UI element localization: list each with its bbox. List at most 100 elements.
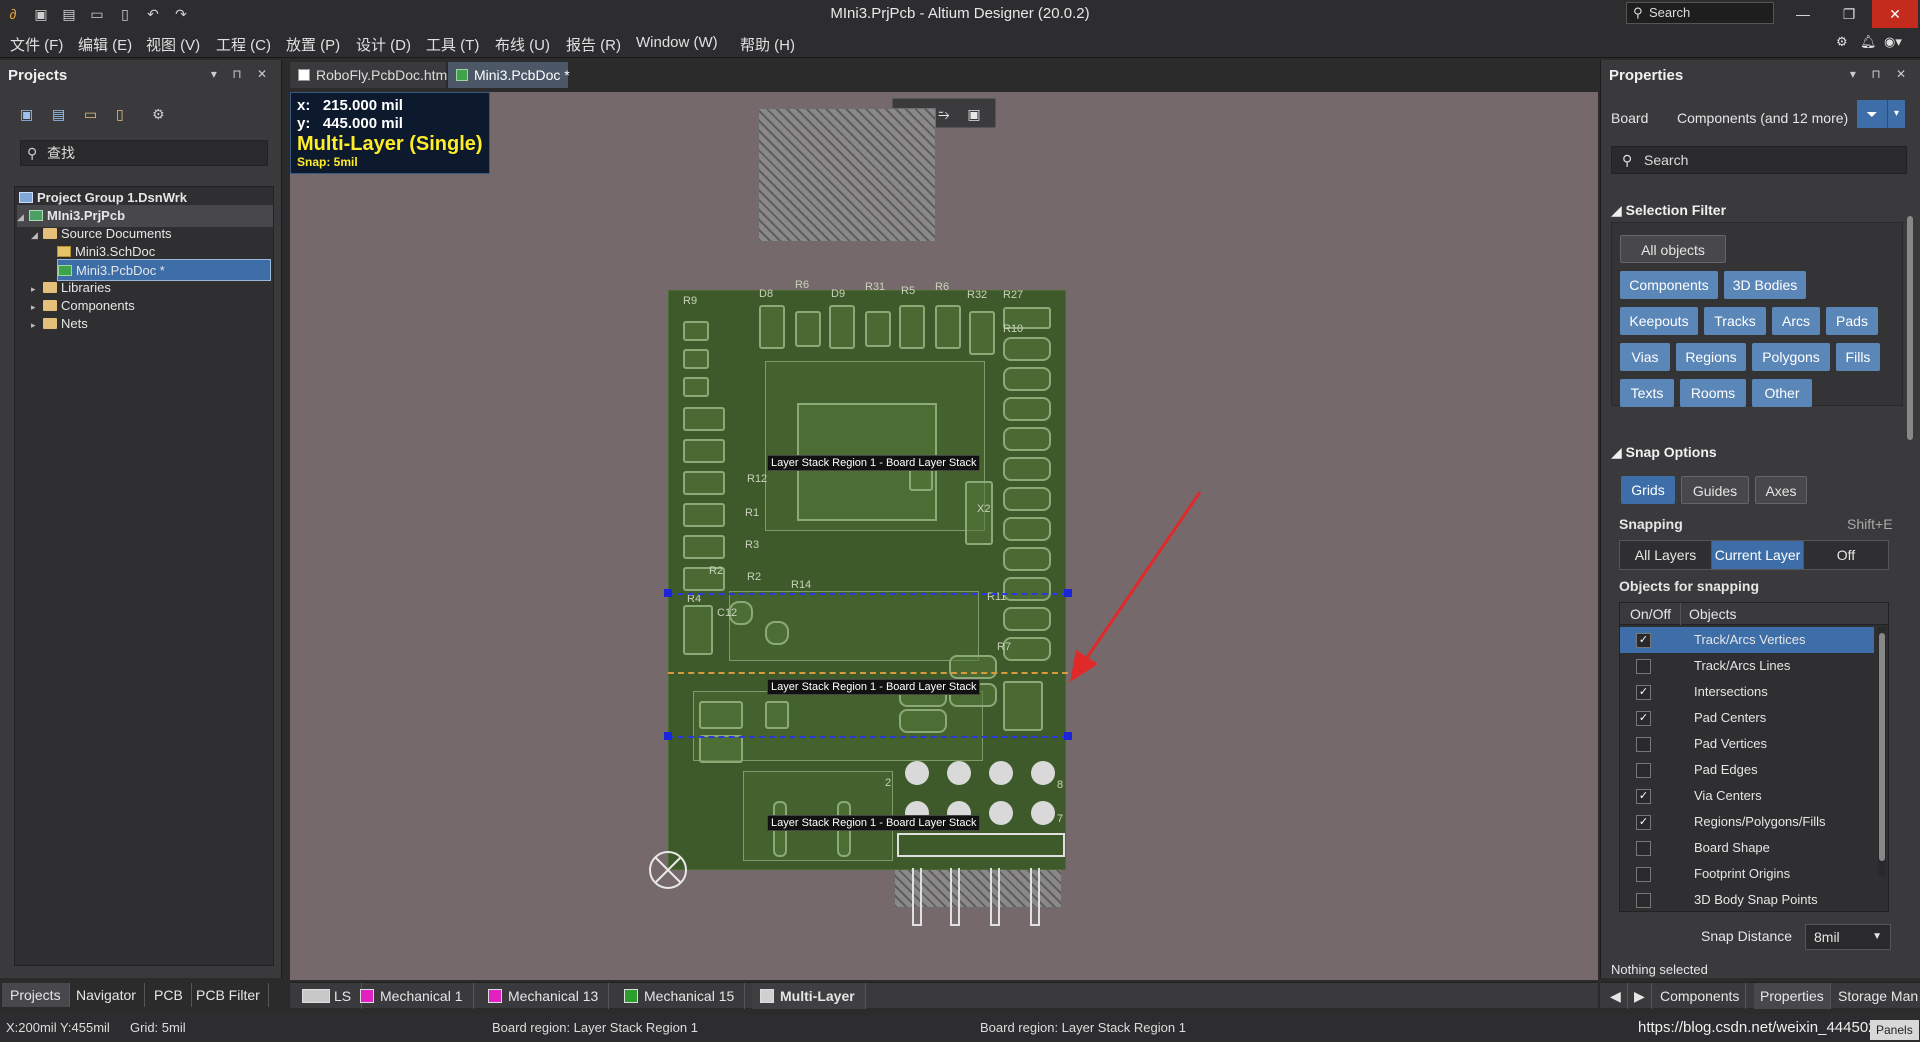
properties-scrollbar[interactable]	[1906, 200, 1914, 980]
restore-button[interactable]: ❐	[1826, 0, 1872, 28]
layer-tab-mechanical-1[interactable]: Mechanical 1	[352, 983, 474, 1009]
footprint[interactable]	[699, 701, 743, 729]
menu-help[interactable]: 帮助 (H)	[740, 34, 795, 55]
mounting-hole[interactable]	[1031, 761, 1055, 785]
panel-controls[interactable]: ▾ ⊓ ✕	[211, 67, 273, 81]
tab-mini3-pcbdoc[interactable]: Mini3.PcbDoc *	[448, 62, 570, 88]
split-handle[interactable]	[1064, 732, 1072, 740]
snap-checkbox[interactable]	[1636, 659, 1651, 674]
menu-view[interactable]: 视图 (V)	[146, 34, 200, 55]
menu-edit[interactable]: 编辑 (E)	[78, 34, 132, 55]
region-split-line-2[interactable]	[668, 736, 1068, 738]
snap-options-header[interactable]: ◢ Snap Options	[1611, 444, 1717, 461]
filter-all-objects[interactable]: All objects	[1620, 235, 1726, 263]
snap-checkbox[interactable]	[1636, 893, 1651, 908]
region-split-line-1[interactable]	[668, 593, 1068, 595]
footprint-d9[interactable]	[829, 305, 855, 349]
layer-tab-multi-layer[interactable]: Multi-Layer	[752, 983, 866, 1009]
snap-row-intersections[interactable]: ✓ Intersections	[1620, 679, 1874, 705]
snap-checkbox[interactable]: ✓	[1636, 633, 1651, 648]
snap-row-3d-body-snap-points[interactable]: 3D Body Snap Points	[1620, 887, 1874, 911]
split-handle[interactable]	[664, 589, 672, 597]
snap-checkbox[interactable]: ✓	[1636, 815, 1651, 830]
tab-navigator[interactable]: Navigator	[68, 983, 145, 1007]
projects-search-input[interactable]: ⚲ 查找	[20, 140, 268, 166]
col-on-off[interactable]: On/Off	[1630, 603, 1671, 625]
close-button[interactable]: ✕	[1872, 0, 1918, 28]
snap-off[interactable]: Off	[1804, 541, 1888, 569]
snap-row-pad-vertices[interactable]: Pad Vertices	[1620, 731, 1874, 757]
mounting-hole[interactable]	[947, 761, 971, 785]
snap-distance-select[interactable]: 8mil ▼	[1805, 924, 1891, 950]
footprint[interactable]	[683, 471, 725, 495]
snap-row-track-arcs-lines[interactable]: Track/Arcs Lines	[1620, 653, 1874, 679]
menu-file[interactable]: 文件 (F)	[10, 34, 63, 55]
footprint[interactable]	[765, 701, 789, 729]
footprint-r6[interactable]	[795, 311, 821, 347]
snap-checkbox[interactable]	[1636, 763, 1651, 778]
minimize-button[interactable]: —	[1780, 0, 1826, 28]
save-project-icon[interactable]: ▣	[20, 106, 38, 124]
split-handle[interactable]	[664, 732, 672, 740]
tab-projects[interactable]: Projects	[2, 983, 70, 1007]
footprint-r31[interactable]	[865, 311, 891, 347]
save-all-projects-icon[interactable]: ▤	[52, 106, 70, 124]
mounting-hole[interactable]	[905, 761, 929, 785]
footprint[interactable]	[1003, 337, 1051, 361]
pcb-board[interactable]: R9 D8 R6 D9 R31 R5 R6 R32 R27 R10 R12 R1…	[668, 279, 1066, 870]
components-filter-label[interactable]: Components (and 12 more)	[1677, 110, 1848, 126]
footprint[interactable]	[683, 377, 709, 397]
filter-other[interactable]: Other	[1752, 379, 1812, 407]
footprint[interactable]	[1003, 547, 1051, 571]
region-split-line-orange[interactable]	[668, 672, 1068, 674]
footprint-r4[interactable]	[683, 605, 713, 655]
filter-fills[interactable]: Fills	[1836, 343, 1880, 371]
filter-3d-bodies[interactable]: 3D Bodies	[1724, 271, 1806, 299]
footprint[interactable]	[1003, 607, 1051, 631]
footprint[interactable]	[1003, 517, 1051, 541]
snap-all-layers[interactable]: All Layers	[1620, 541, 1712, 569]
mounting-hole[interactable]	[989, 801, 1013, 825]
snap-row-track-arcs-vertices[interactable]: ✓ Track/Arcs Vertices	[1620, 627, 1874, 653]
footprint-d8[interactable]	[759, 305, 785, 349]
tab-components[interactable]: Components	[1654, 983, 1747, 1009]
menu-route[interactable]: 布线 (U)	[495, 34, 550, 55]
filter-rooms[interactable]: Rooms	[1680, 379, 1746, 407]
collapse-arrow-icon[interactable]: ◢	[17, 206, 29, 228]
snap-grids-button[interactable]: Grids	[1621, 476, 1675, 504]
global-search-input[interactable]: ⚲ Search	[1626, 2, 1774, 24]
snap-table-scrollbar[interactable]	[1878, 627, 1886, 877]
filter-arcs[interactable]: Arcs	[1772, 307, 1820, 335]
scrollbar-thumb[interactable]	[1879, 633, 1885, 861]
footprint[interactable]	[1003, 681, 1043, 731]
filter-tracks[interactable]: Tracks	[1704, 307, 1766, 335]
snap-checkbox[interactable]: ✓	[1636, 685, 1651, 700]
snap-checkbox[interactable]: ✓	[1636, 789, 1651, 804]
menu-window[interactable]: Window (W)	[636, 34, 718, 51]
col-objects[interactable]: Objects	[1680, 603, 1736, 625]
menu-project[interactable]: 工程 (C)	[216, 34, 271, 55]
footprint[interactable]	[683, 535, 725, 559]
footprint[interactable]	[1003, 577, 1051, 601]
expand-arrow-icon[interactable]: ▸	[31, 314, 43, 336]
tab-storage-manager[interactable]: Storage Man	[1832, 983, 1920, 1009]
menu-tools[interactable]: 工具 (T)	[426, 34, 479, 55]
footprint-r7[interactable]	[949, 655, 997, 679]
filter-dropdown-chevron-icon[interactable]: ▾	[1887, 100, 1905, 128]
snap-axes-button[interactable]: Axes	[1755, 476, 1807, 504]
footprint[interactable]	[683, 349, 709, 369]
scrollbar-thumb[interactable]	[1907, 216, 1913, 440]
notifications-bell-icon[interactable]: 🔔︎	[1860, 34, 1877, 50]
filter-vias[interactable]: Vias	[1620, 343, 1670, 371]
tab-pcb[interactable]: PCB	[146, 983, 192, 1007]
collapse-arrow-icon[interactable]: ◢	[31, 224, 43, 246]
footprint-r5[interactable]	[899, 305, 925, 349]
footprint[interactable]	[1003, 397, 1051, 421]
tab-properties[interactable]: Properties	[1754, 983, 1831, 1009]
snap-row-board-shape[interactable]: Board Shape	[1620, 835, 1874, 861]
snap-checkbox[interactable]	[1636, 737, 1651, 752]
filter-polygons[interactable]: Polygons	[1752, 343, 1830, 371]
footprint[interactable]	[1003, 487, 1051, 511]
tab-robofly-htm[interactable]: RoboFly.PcbDoc.htm	[290, 62, 447, 88]
select-rectangle-icon[interactable]: ▣	[965, 105, 983, 123]
